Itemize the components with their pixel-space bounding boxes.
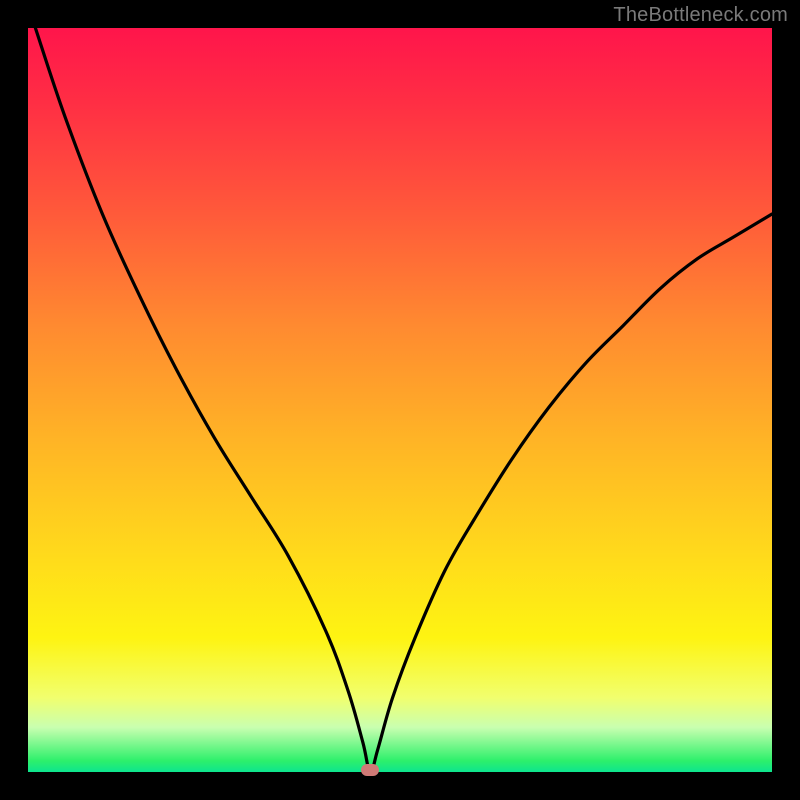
plot-area — [28, 28, 772, 772]
bottleneck-curve — [28, 28, 772, 772]
watermark-text: TheBottleneck.com — [613, 4, 788, 27]
minimum-marker — [361, 764, 379, 776]
chart-frame: TheBottleneck.com — [0, 0, 800, 800]
